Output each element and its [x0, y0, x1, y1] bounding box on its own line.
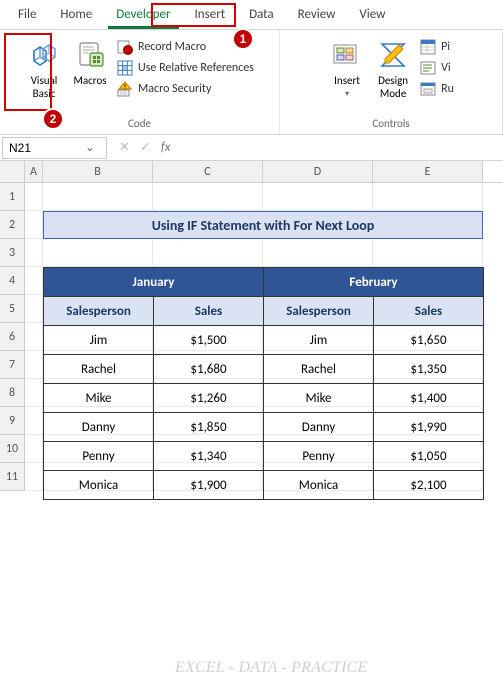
col-header-e[interactable]: E — [373, 161, 483, 182]
group-label-code: Code — [128, 115, 151, 132]
row-header[interactable]: 7 — [0, 351, 25, 379]
visual-basic-button[interactable]: Visual Basic — [21, 34, 67, 104]
chevron-down-icon: ▾ — [345, 90, 349, 100]
macros-label: Macros — [73, 74, 106, 87]
relative-refs-icon — [117, 60, 133, 76]
table-row[interactable]: Penny$1,340Penny$1,050 — [44, 442, 484, 471]
tab-file[interactable]: File — [6, 1, 48, 28]
fx-button[interactable]: fx — [157, 140, 175, 155]
visual-basic-label: Visual Basic — [31, 74, 58, 100]
month-header-feb[interactable]: February — [264, 268, 484, 297]
design-mode-icon — [376, 38, 410, 72]
view-code-label: Vi — [441, 61, 451, 75]
properties-button[interactable]: Pi — [418, 38, 456, 56]
tab-view[interactable]: View — [347, 1, 397, 28]
macros-icon — [73, 38, 107, 72]
view-code-icon — [420, 60, 436, 76]
annotation-badge-2: 2 — [42, 108, 64, 130]
row-header[interactable]: 2 — [0, 211, 25, 239]
enter-formula-button[interactable]: ✓ — [136, 140, 155, 155]
run-dialog-button[interactable]: Ru — [418, 80, 456, 98]
row-header[interactable]: 1 — [0, 183, 25, 211]
ribbon-tabs: File Home Developer Insert Data Review V… — [0, 0, 503, 30]
macro-security-icon — [117, 81, 133, 97]
record-macro-icon — [117, 39, 133, 55]
name-box-input[interactable] — [3, 139, 81, 157]
data-table: January February Salesperson Sales Sales… — [43, 267, 484, 500]
macro-security-label: Macro Security — [138, 82, 211, 96]
spreadsheet-grid: 1 2 3 4 5 6 7 8 9 10 11 Using IF Stateme… — [0, 183, 503, 491]
name-box[interactable]: ⌄ — [2, 137, 107, 159]
macros-button[interactable]: Macros — [67, 34, 113, 91]
design-mode-button[interactable]: Design Mode — [370, 34, 416, 104]
month-header-jan[interactable]: January — [44, 268, 264, 297]
col-header-a[interactable]: A — [25, 161, 43, 182]
row-header[interactable]: 11 — [0, 463, 25, 491]
insert-control-label: Insert — [334, 74, 360, 87]
view-code-button[interactable]: Vi — [418, 59, 456, 77]
properties-icon — [420, 39, 436, 55]
column-headers: A B C D E — [0, 161, 503, 183]
run-dialog-icon — [420, 81, 436, 97]
use-relative-references-button[interactable]: Use Relative References — [115, 59, 256, 77]
table-row[interactable]: Rachel$1,680Rachel$1,350 — [44, 355, 484, 384]
table-row[interactable]: Mike$1,260Mike$1,400 — [44, 384, 484, 413]
formula-bar: ⌄ ✕ ✓ fx — [0, 135, 503, 161]
tab-insert[interactable]: Insert — [183, 1, 238, 28]
row-header[interactable]: 10 — [0, 435, 25, 463]
table-row[interactable]: Jim$1,500Jim$1,650 — [44, 326, 484, 355]
run-dialog-label: Ru — [441, 82, 454, 96]
col-header-b[interactable]: B — [43, 161, 153, 182]
col-header-d[interactable]: D — [263, 161, 373, 182]
design-mode-label: Design Mode — [378, 74, 408, 100]
sheet-title[interactable]: Using IF Statement with For Next Loop — [43, 211, 483, 239]
sub-header-sales[interactable]: Sales — [154, 297, 264, 326]
name-box-dropdown[interactable]: ⌄ — [81, 140, 99, 155]
row-header[interactable]: 6 — [0, 323, 25, 351]
macro-security-button[interactable]: Macro Security — [115, 80, 256, 98]
tab-data[interactable]: Data — [237, 1, 286, 28]
group-label-controls: Controls — [372, 115, 409, 132]
sub-header-salesperson[interactable]: Salesperson — [44, 297, 154, 326]
row-header[interactable]: 4 — [0, 267, 25, 295]
tab-review[interactable]: Review — [286, 1, 348, 28]
row-header[interactable]: 9 — [0, 407, 25, 435]
table-row[interactable]: Monica$1,900Monica$2,100 — [44, 471, 484, 500]
tab-home[interactable]: Home — [48, 1, 104, 28]
select-all-corner[interactable] — [0, 161, 25, 182]
table-row[interactable]: Danny$1,850Danny$1,990 — [44, 413, 484, 442]
record-macro-label: Record Macro — [138, 40, 206, 54]
tab-developer[interactable]: Developer — [104, 1, 182, 28]
row-header[interactable]: 3 — [0, 239, 25, 267]
visual-basic-icon — [27, 38, 61, 72]
col-header-c[interactable]: C — [153, 161, 263, 182]
watermark: EXCEL - DATA - PRACTICE — [175, 659, 367, 677]
properties-label: Pi — [441, 40, 450, 54]
cancel-formula-button[interactable]: ✕ — [115, 140, 134, 155]
fx-controls: ✕ ✓ fx — [115, 140, 174, 155]
sub-header-sales[interactable]: Sales — [374, 297, 484, 326]
formula-input[interactable] — [174, 137, 503, 159]
row-header[interactable]: 5 — [0, 295, 25, 323]
use-relative-label: Use Relative References — [138, 61, 254, 75]
insert-control-button[interactable]: Insert ▾ — [324, 34, 370, 104]
sub-header-salesperson[interactable]: Salesperson — [264, 297, 374, 326]
insert-control-icon — [330, 38, 364, 72]
row-header[interactable]: 8 — [0, 379, 25, 407]
ribbon-group-controls: Insert ▾ Design Mode Pi Vi — [280, 30, 503, 134]
annotation-badge-1: 1 — [232, 28, 254, 50]
